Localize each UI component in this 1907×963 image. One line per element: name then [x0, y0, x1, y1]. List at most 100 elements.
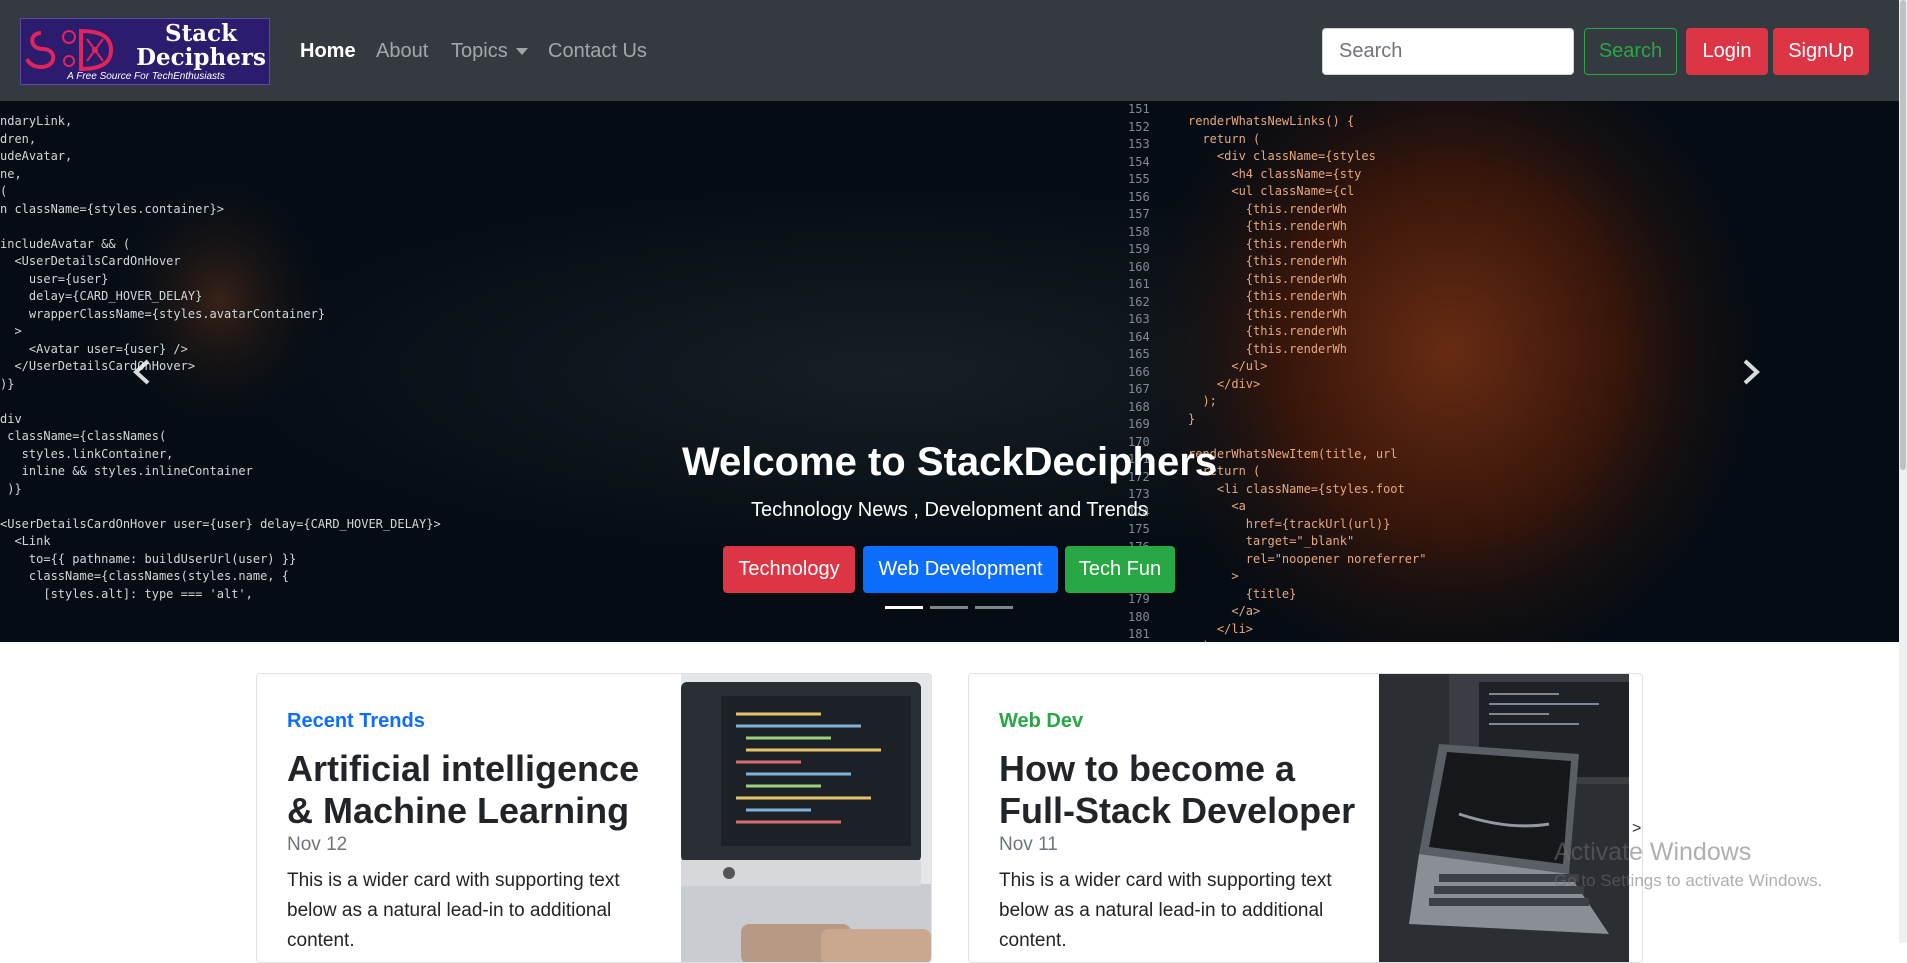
card-title: How to become a Full-Stack Developer	[999, 748, 1356, 831]
code-line: 160	[1128, 259, 1150, 274]
code-line: 179	[1128, 592, 1150, 606]
code-line: 175	[1128, 522, 1150, 536]
card-category[interactable]: Web Dev	[999, 710, 1083, 733]
nav-topics-dropdown[interactable]: Topics	[451, 40, 528, 63]
code-line: <Avatar user={user} />	[0, 341, 188, 356]
web-development-button[interactable]: Web Development	[863, 546, 1058, 593]
code-line: 153	[1128, 137, 1150, 151]
nav-contact[interactable]: Contact Us	[548, 40, 647, 63]
code-line: {this.renderWh	[1188, 324, 1347, 338]
code-line: >	[1188, 569, 1239, 583]
code-line: </div>	[1188, 376, 1261, 391]
code-line: <Link	[0, 534, 51, 548]
code-line: div	[0, 411, 22, 426]
code-line: <UserDetailsCardOnHover	[0, 254, 181, 268]
code-line: ndaryLink,	[0, 114, 73, 128]
technology-button[interactable]: Technology	[723, 546, 855, 593]
carousel-indicator-2[interactable]	[930, 606, 968, 609]
tech-fun-button[interactable]: Tech Fun	[1065, 546, 1175, 593]
code-line: 161	[1128, 277, 1150, 291]
article-card[interactable]: Web Dev How to become a Full-Stack Devel…	[968, 673, 1643, 963]
code-line: {this.renderWh	[1188, 236, 1347, 251]
card-date: Nov 11	[999, 834, 1058, 855]
code-line: 162	[1128, 294, 1150, 309]
watermark-marker: >	[1632, 820, 1642, 837]
scrollbar-thumb[interactable]	[1900, 0, 1906, 470]
login-button[interactable]: Login	[1686, 28, 1768, 75]
code-line: return (	[1188, 131, 1261, 146]
hero-subtitle: Technology News , Development and Trends	[751, 499, 1148, 521]
code-line: );	[1188, 638, 1426, 642]
signup-button[interactable]: SignUp	[1773, 28, 1869, 75]
code-line: >	[0, 324, 22, 338]
page-scrollbar[interactable]	[1899, 0, 1907, 943]
code-line: className={classNames(styles.name, {	[0, 569, 289, 583]
brand-logo[interactable]: Stack Deciphers A Free Source For TechEn…	[20, 18, 270, 85]
code-line: </ul>	[1188, 359, 1268, 373]
code-line: 169	[1128, 417, 1150, 431]
code-line: {this.renderWh	[1188, 341, 1347, 356]
windows-activation-title: Activate Windows	[1554, 838, 1752, 866]
code-line: rel="noopener noreferrer"	[1188, 551, 1427, 566]
code-line: 166	[1128, 364, 1150, 379]
article-card[interactable]: Recent Trends Artificial intelligence & …	[256, 673, 932, 963]
code-line: </li>	[1188, 621, 1254, 636]
code-line: {this.renderWh	[1188, 271, 1347, 286]
code-line: <div className={styles	[1188, 149, 1376, 163]
code-line: </a>	[1188, 604, 1261, 618]
code-line: 167	[1128, 382, 1150, 396]
nav-topics-label: Topics	[451, 40, 508, 62]
brand-name-line2: Deciphers	[136, 44, 266, 71]
windows-activation-subtitle: Go to Settings to activate Windows.	[1554, 871, 1823, 890]
card-category[interactable]: Recent Trends	[287, 710, 425, 733]
code-line: <h4 className={sty	[1188, 166, 1362, 181]
code-line: wrapperClassName={styles.avatarContainer…	[0, 306, 326, 321]
carousel-prev-icon[interactable]	[128, 357, 158, 387]
code-line: delay={CARD_HOVER_DELAY}	[0, 289, 203, 303]
code-line: ne,	[0, 166, 22, 181]
nav-about[interactable]: About	[376, 40, 428, 63]
code-line: {this.renderWh	[1188, 289, 1347, 303]
code-line: 165	[1128, 347, 1150, 361]
code-line: 163	[1128, 312, 1150, 326]
code-line: {this.renderWh	[1188, 254, 1347, 268]
search-button[interactable]: Search	[1584, 28, 1677, 75]
code-line: 152	[1128, 119, 1150, 134]
code-line: (	[0, 184, 8, 198]
nav-home[interactable]: Home	[300, 40, 356, 63]
carousel-indicator-3[interactable]	[975, 606, 1013, 609]
code-line: </UserDetailsCardOnHover>	[0, 359, 196, 373]
code-line: );	[1188, 394, 1217, 408]
code-line: 158	[1128, 224, 1150, 239]
code-snippet-left: ndaryLink, dren, udeAvatar, ne, ( n className…	[0, 113, 441, 603]
carousel-indicator-1[interactable]	[885, 606, 923, 609]
code-line: {this.renderWh	[1188, 306, 1347, 321]
card-title: Artificial intelligence & Machine Learni…	[287, 748, 640, 831]
code-line: to={{ pathname: buildUserUrl(user) }}	[0, 551, 297, 566]
code-line: {this.renderWh	[1188, 201, 1347, 216]
code-line: }	[1188, 411, 1196, 426]
carousel-next-icon[interactable]	[1735, 357, 1765, 387]
code-line: <ul className={cl	[1188, 184, 1355, 198]
code-line: 159	[1128, 242, 1150, 256]
brand-name-line1: Stack	[164, 20, 238, 47]
code-line: [styles.alt]: type === 'alt',	[0, 586, 253, 601]
brand-tagline: A Free Source For TechEnthusiasts	[67, 71, 225, 82]
code-line: 157	[1128, 207, 1150, 221]
code-line: udeAvatar,	[0, 149, 73, 163]
search-input[interactable]	[1322, 28, 1574, 75]
code-line: 181	[1128, 627, 1150, 641]
code-line: dren,	[0, 131, 37, 146]
code-line: includeAvatar && (	[0, 236, 131, 251]
code-line: 168	[1128, 399, 1150, 414]
hero-carousel: ndaryLink, dren, udeAvatar, ne, ( n className…	[0, 101, 1899, 642]
code-line: 180	[1128, 609, 1150, 624]
code-line: {this.renderWh	[1188, 219, 1347, 233]
code-line: {title}	[1188, 586, 1297, 601]
chevron-down-icon	[515, 48, 528, 56]
hero-title: Welcome to StackDeciphers	[681, 440, 1218, 484]
code-line: n className={styles.container}>	[0, 201, 224, 216]
code-line: 155	[1128, 172, 1150, 186]
